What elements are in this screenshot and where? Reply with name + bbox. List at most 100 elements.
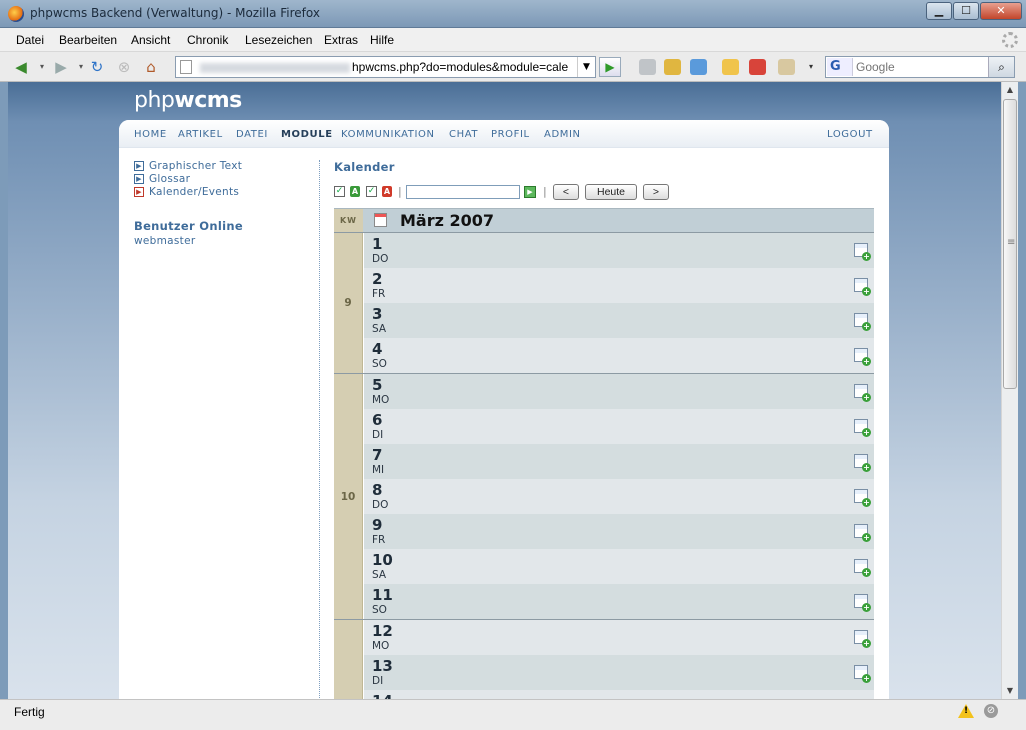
nav-datei[interactable]: DATEI [236,129,268,140]
menu-datei[interactable]: Datei [16,33,44,47]
url-bar[interactable]: hpwcms.php?do=modules&module=cale ▼ [175,56,596,78]
calendar-day-row[interactable]: 2 FR [364,268,874,303]
nav-kommunikation[interactable]: KOMMUNIKATION [341,129,435,140]
settings-icon[interactable] [639,59,656,75]
weekday-label: MO [372,394,390,406]
calendar-icon [374,213,387,227]
add-event-icon[interactable] [854,243,871,261]
add-event-icon[interactable] [854,419,871,437]
sidebar-item-label: Glossar [149,173,191,185]
nav-module[interactable]: MODULE [281,129,333,140]
add-event-icon[interactable] [854,278,871,296]
home-icon[interactable]: ⌂ [142,58,160,76]
nav-logout[interactable]: LOGOUT [827,129,873,140]
window-frame-right [1018,82,1026,699]
close-button[interactable]: ✕ [980,2,1022,20]
add-event-icon[interactable] [854,384,871,402]
top-navigation: HOME ARTIKEL DATEI MODULE KOMMUNIKATION … [119,120,889,148]
calendar-day-row[interactable]: 14 [364,690,874,699]
go-button[interactable]: ▶ [599,57,621,77]
add-event-icon[interactable] [854,454,871,472]
menu-hilfe[interactable]: Hilfe [370,33,394,47]
filter-checkbox-2[interactable]: ✓ [366,186,377,197]
arrow-icon: ▶ [134,174,144,184]
day-number: 1 [372,235,383,253]
url-dropdown-icon[interactable]: ▼ [577,57,595,77]
search-input[interactable] [856,59,984,75]
week-number: 9 [334,233,363,373]
addon-icon[interactable] [664,59,681,75]
scroll-up-icon[interactable]: ▲ [1002,82,1018,98]
calendar-day-row[interactable]: 6 DI [364,409,874,444]
calendar-day-row[interactable]: 11 SO [364,584,874,619]
add-event-icon[interactable] [854,524,871,542]
add-event-icon[interactable] [854,665,871,683]
menu-chronik[interactable]: Chronik [187,33,228,47]
calendar-day-row[interactable]: 5 MO [364,374,874,409]
calendar-day-row[interactable]: 1 DO [364,233,874,268]
next-month-button[interactable]: > [643,184,669,200]
calendar-go-button[interactable]: ▶ [524,186,536,198]
noscript-icon[interactable]: ⊘ [984,704,998,718]
calendar-day-row[interactable]: 12 MO [364,620,874,655]
add-event-icon[interactable] [854,594,871,612]
user-brown-icon[interactable] [778,59,795,75]
day-number: 13 [372,657,393,675]
google-icon[interactable]: G [827,58,853,76]
add-event-icon[interactable] [854,348,871,366]
calendar-day-row[interactable]: 8 DO [364,479,874,514]
menu-extras[interactable]: Extras [324,33,358,47]
menu-lesezeichen[interactable]: Lesezeichen [245,33,312,47]
add-event-icon[interactable] [854,630,871,648]
sidebar-item-graphischer-text[interactable]: ▶ Graphischer Text [134,160,314,173]
reload-icon[interactable]: ↻ [88,58,106,76]
calendar-day-row[interactable]: 3 SA [364,303,874,338]
warning-icon[interactable]: ! [958,704,974,718]
day-number: 12 [372,622,393,640]
calendar-day-row[interactable]: 10 SA [364,549,874,584]
url-text[interactable]: hpwcms.php?do=modules&module=cale [352,60,576,74]
window-titlebar: phpwcms Backend (Verwaltung) - Mozilla F… [0,0,1026,28]
nav-chat[interactable]: CHAT [449,129,478,140]
back-icon[interactable]: ◀ [12,58,30,76]
add-event-icon[interactable] [854,559,871,577]
minimize-button[interactable]: ▁ [926,2,952,20]
stop-icon[interactable]: ⊗ [115,58,133,76]
day-number: 9 [372,516,383,534]
forward-icon[interactable]: ▶ [52,58,70,76]
share-icon[interactable] [690,59,707,75]
arrow-icon: ▶ [134,161,144,171]
user-red-icon[interactable] [749,59,766,75]
search-icon[interactable]: ⌕ [988,57,1014,77]
add-event-icon[interactable] [854,489,871,507]
today-button[interactable]: Heute [585,184,637,200]
separator: | [543,185,547,198]
menu-ansicht[interactable]: Ansicht [131,33,170,47]
scroll-down-icon[interactable]: ▼ [1002,683,1018,699]
scroll-thumb[interactable] [1003,99,1017,389]
nav-home[interactable]: HOME [134,129,167,140]
sidebar-item-glossar[interactable]: ▶ Glossar [134,173,314,186]
nav-profil[interactable]: PROFIL [491,129,530,140]
filter-checkbox-1[interactable]: ✓ [334,186,345,197]
maximize-button[interactable]: ☐ [953,2,979,20]
back-history-icon[interactable]: ▾ [33,58,51,76]
prev-month-button[interactable]: < [553,184,579,200]
calendar-day-row[interactable]: 13 DI [364,655,874,690]
weekday-label: SO [372,604,387,616]
sidebar-item-kalender-events[interactable]: ▶ Kalender/Events [134,186,314,199]
logo-bold: wcms [174,88,242,113]
nav-artikel[interactable]: ARTIKEL [178,129,223,140]
toolbar-dropdown-icon[interactable]: ▾ [802,58,820,76]
menu-bearbeiten[interactable]: Bearbeiten [59,33,117,47]
search-box[interactable]: G ⌕ [825,56,1015,78]
day-number: 3 [372,305,383,323]
calendar-day-row[interactable]: 9 FR [364,514,874,549]
calendar-day-row[interactable]: 4 SO [364,338,874,373]
calendar-day-row[interactable]: 7 MI [364,444,874,479]
user-icon[interactable] [722,59,739,75]
add-event-icon[interactable] [854,313,871,331]
nav-admin[interactable]: ADMIN [544,129,581,140]
calendar-search-input[interactable] [406,185,520,199]
vertical-scrollbar[interactable]: ▲ ▼ [1001,82,1018,699]
